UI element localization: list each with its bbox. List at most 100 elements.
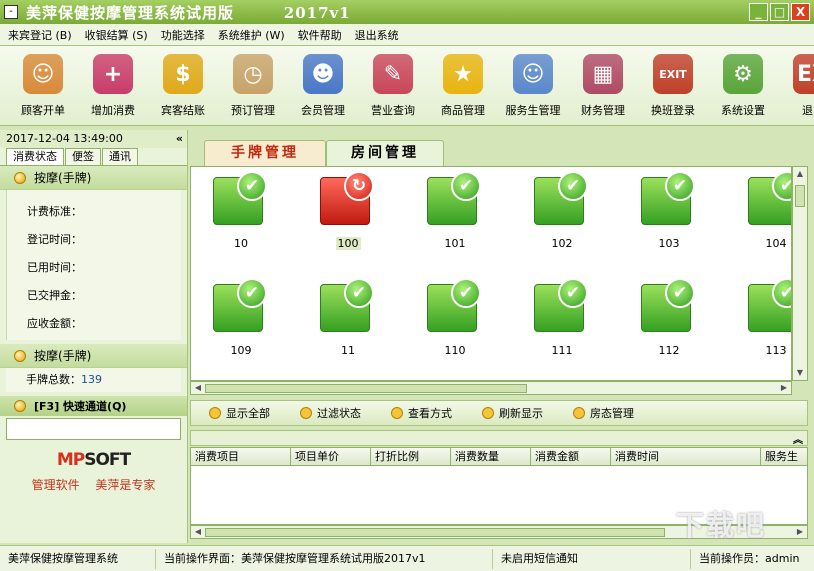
available-check-icon: ✔ [451,171,481,201]
room-number: 104 [726,237,791,250]
staff-icon: ☺ [513,54,553,94]
menu-help[interactable]: 软件帮助 [298,27,342,43]
scroll-thumb[interactable] [205,528,665,537]
room-grid-vertical-scrollbar[interactable]: ▲ ▼ [792,166,808,381]
tab-contacts[interactable]: 通讯 [102,148,138,165]
menu-exit[interactable]: 退出系统 [355,27,399,43]
star-icon: ★ [443,54,483,94]
toolbar-button-2[interactable]: $ 宾客结账 [148,46,218,125]
section-title: 按摩(手牌) [34,171,92,185]
available-check-icon: ✔ [344,278,374,308]
menu-functions[interactable]: 功能选择 [161,27,205,43]
tab-card-management[interactable]: 手牌管理 [204,140,326,166]
room-number-text: 111 [551,344,573,357]
status-current-view: 当前操作界面：美萍保健按摩管理系统试用版2017v1 [156,548,493,569]
scroll-up-icon[interactable]: ▲ [794,168,806,180]
room-card-110[interactable]: ✔ 110 [405,274,495,370]
app-menu-icon[interactable]: - [4,5,18,19]
toolbar-button-4[interactable]: ☻ 会员管理 [288,46,358,125]
scroll-thumb[interactable] [795,185,805,207]
action-bar: 显示全部 过滤状态 查看方式 刷新显示 房态管理 [190,400,808,426]
room-card-111[interactable]: ✔ 111 [512,274,602,370]
toolbar-button-0[interactable]: ☺ 顾客开单 [8,46,78,125]
column-header-waiter[interactable]: 服务生 [761,448,807,465]
scroll-right-icon[interactable]: ▶ [794,526,806,538]
room-card-112[interactable]: ✔ 112 [619,274,709,370]
slogan: 管理软件 美萍是专家 [31,478,156,492]
menu-guest-register[interactable]: 来宾登记 (B) [8,27,72,43]
toolbar-button-5[interactable]: ✎ 营业查询 [358,46,428,125]
toolbar-button-6[interactable]: ★ 商品管理 [428,46,498,125]
column-header-time[interactable]: 消费时间 [611,448,761,465]
toolbar-button-10[interactable]: ⚙ 系统设置 [708,46,778,125]
menu-checkout[interactable]: 收银结算 (S) [85,27,148,43]
customer-icon: ☺ [23,54,63,94]
tab-room-management[interactable]: 房间管理 [326,140,444,166]
minimize-button[interactable]: _ [749,3,768,21]
tab-consumption-status[interactable]: 消费状态 [6,148,64,165]
room-card-100[interactable]: ↻ 100 [298,167,388,263]
toolbar-label: 财务管理 [581,104,625,117]
room-grid-horizontal-scrollbar[interactable]: ◀ ▶ [190,381,792,395]
room-number-text: 102 [551,237,573,250]
column-header-quantity[interactable]: 消费数量 [451,448,531,465]
toolbar-button-7[interactable]: ☺ 服务生管理 [498,46,568,125]
room-status-button[interactable]: 房态管理 [573,405,634,421]
view-mode-button[interactable]: 查看方式 [391,405,452,421]
room-card-104[interactable]: ✔104 [726,167,791,263]
room-number: 113 [726,344,791,357]
column-header-price[interactable]: 项目单价 [291,448,371,465]
scroll-thumb[interactable] [205,384,527,393]
toolbar-button-8[interactable]: ▦ 财务管理 [568,46,638,125]
room-card-102[interactable]: ✔ 102 [512,167,602,263]
scroll-right-icon[interactable]: ▶ [778,382,790,394]
maximize-button[interactable]: □ [770,3,789,21]
refresh-button[interactable]: 刷新显示 [482,405,543,421]
field-amount-due: 应收金额： [27,317,82,330]
toolbar-button-3[interactable]: ◷ 预订管理 [218,46,288,125]
room-card-11[interactable]: ✔ 11 [298,274,388,370]
occupied-icon: ↻ [344,171,374,201]
collapse-panel-button[interactable]: « [176,130,183,148]
room-card-103[interactable]: ✔ 103 [619,167,709,263]
calculator-icon: ▦ [583,54,623,94]
checkout-icon: $ [163,54,203,94]
toolbar-button-11[interactable]: EX 退出 [778,46,814,125]
room-number-text: 104 [765,237,787,250]
column-header-amount[interactable]: 消费金额 [531,448,611,465]
column-header-discount[interactable]: 打折比例 [371,448,451,465]
toolbar-label: 增加消费 [91,104,135,117]
exit-icon: EX [793,54,814,94]
menu-bar: 来宾登记 (B) 收银结算 (S) 功能选择 系统维护 (W) 软件帮助 退出系… [0,24,814,46]
left-panel: 2017-12-04 13:49:00 « 消费状态 便签 通讯 按摩(手牌) … [0,130,188,543]
room-card-10[interactable]: ✔ 10 [191,167,281,263]
status-operator: 当前操作员：admin [699,551,800,565]
column-header-item[interactable]: 消费项目 [191,448,291,465]
menu-maintenance[interactable]: 系统维护 (W) [218,27,285,43]
show-all-button[interactable]: 显示全部 [209,405,270,421]
tab-notes[interactable]: 便签 [65,148,101,165]
room-card-113[interactable]: ✔113 [726,274,791,370]
toolbar-label: 宾客结账 [161,104,205,117]
toolbar-button-9[interactable]: EXIT 换班登录 [638,46,708,125]
scroll-left-icon[interactable]: ◀ [192,382,204,394]
available-check-icon: ✔ [451,278,481,308]
quick-channel-input[interactable] [6,418,181,440]
room-number-text: 11 [341,344,355,357]
scroll-left-icon[interactable]: ◀ [192,526,204,538]
expand-icon[interactable]: ︽ [793,431,803,446]
room-number: 111 [512,344,612,357]
toolbar-button-1[interactable]: + 增加消费 [78,46,148,125]
room-card-101[interactable]: ✔ 101 [405,167,495,263]
exit-door-icon: EXIT [653,54,693,94]
window-title: 美萍保健按摩管理系统试用版 2017v1 [26,3,351,22]
room-number: 112 [619,344,719,357]
available-check-icon: ✔ [558,278,588,308]
scroll-down-icon[interactable]: ▼ [794,367,806,379]
toolbar-label: 系统设置 [721,104,765,117]
close-button[interactable]: X [791,3,810,21]
quick-channel-icon [14,400,26,412]
room-card-109[interactable]: ✔ 109 [191,274,281,370]
filter-status-button[interactable]: 过滤状态 [300,405,361,421]
status-app-name: 美萍保健按摩管理系统 [0,548,156,569]
